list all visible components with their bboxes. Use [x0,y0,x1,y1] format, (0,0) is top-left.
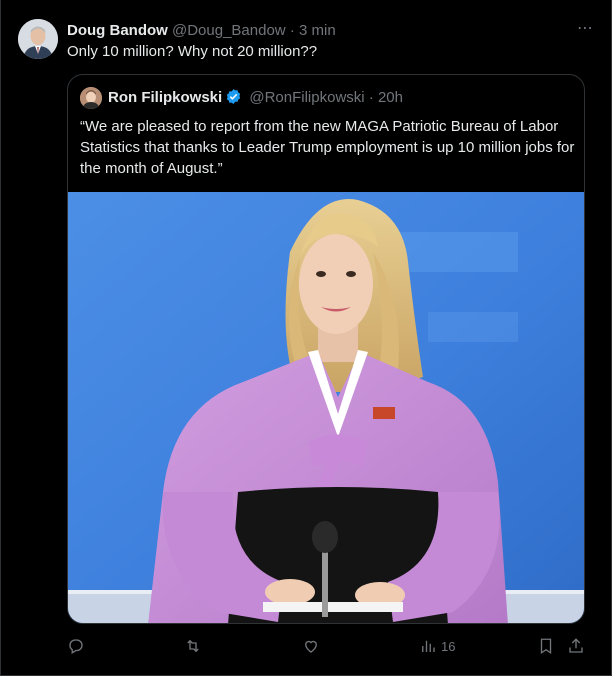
author-handle[interactable]: @Doug_Bandow [172,22,286,39]
author-name[interactable]: Doug Bandow [67,22,168,39]
verified-badge-icon [227,89,241,104]
quoted-tweet-header: Ron Filipkowski @RonFilipkowski · 20h [108,88,403,108]
more-options-icon[interactable]: ⋯ [577,19,594,39]
quoted-header-separator: · [368,89,374,106]
reply-button[interactable] [67,636,85,656]
quoted-tweet-time[interactable]: 20h [378,89,403,106]
tweet-header: Doug Bandow @Doug_Bandow · 3 min [67,21,591,41]
author-avatar[interactable] [18,19,58,59]
news-anchor-photo [68,192,584,623]
header-separator: · [289,22,295,39]
like-button[interactable] [302,636,320,656]
retweet-button[interactable] [184,636,202,656]
analytics-icon [422,640,435,652]
tweet-container[interactable]: Doug Bandow @Doug_Bandow · 3 min ⋯ Only … [0,0,612,676]
retweet-icon [187,639,199,653]
quoted-avatar-photo [80,87,102,109]
heart-icon [305,640,317,653]
quoted-tweet-image[interactable] [68,192,584,623]
quoted-tweet[interactable]: Ron Filipkowski @RonFilipkowski · 20h “W… [67,74,585,624]
avatar-photo [18,19,58,59]
bookmark-button[interactable] [537,636,555,656]
tweet-time[interactable]: 3 min [299,22,336,39]
views-button[interactable]: 16 [419,636,455,656]
quoted-tweet-text: “We are pleased to report from the new M… [80,118,575,177]
tweet-actions: 16 [67,636,593,656]
share-icon [569,638,583,653]
quoted-author-name[interactable]: Ron Filipkowski [108,89,222,106]
quoted-author-handle[interactable]: @RonFilipkowski [249,89,364,106]
views-count: 16 [441,638,456,654]
tweet-text: Only 10 million? Why not 20 million?? [67,43,318,60]
bookmark-icon [540,638,552,655]
quoted-author-avatar[interactable] [80,87,102,109]
share-button[interactable] [567,636,585,656]
reply-icon [69,639,83,654]
